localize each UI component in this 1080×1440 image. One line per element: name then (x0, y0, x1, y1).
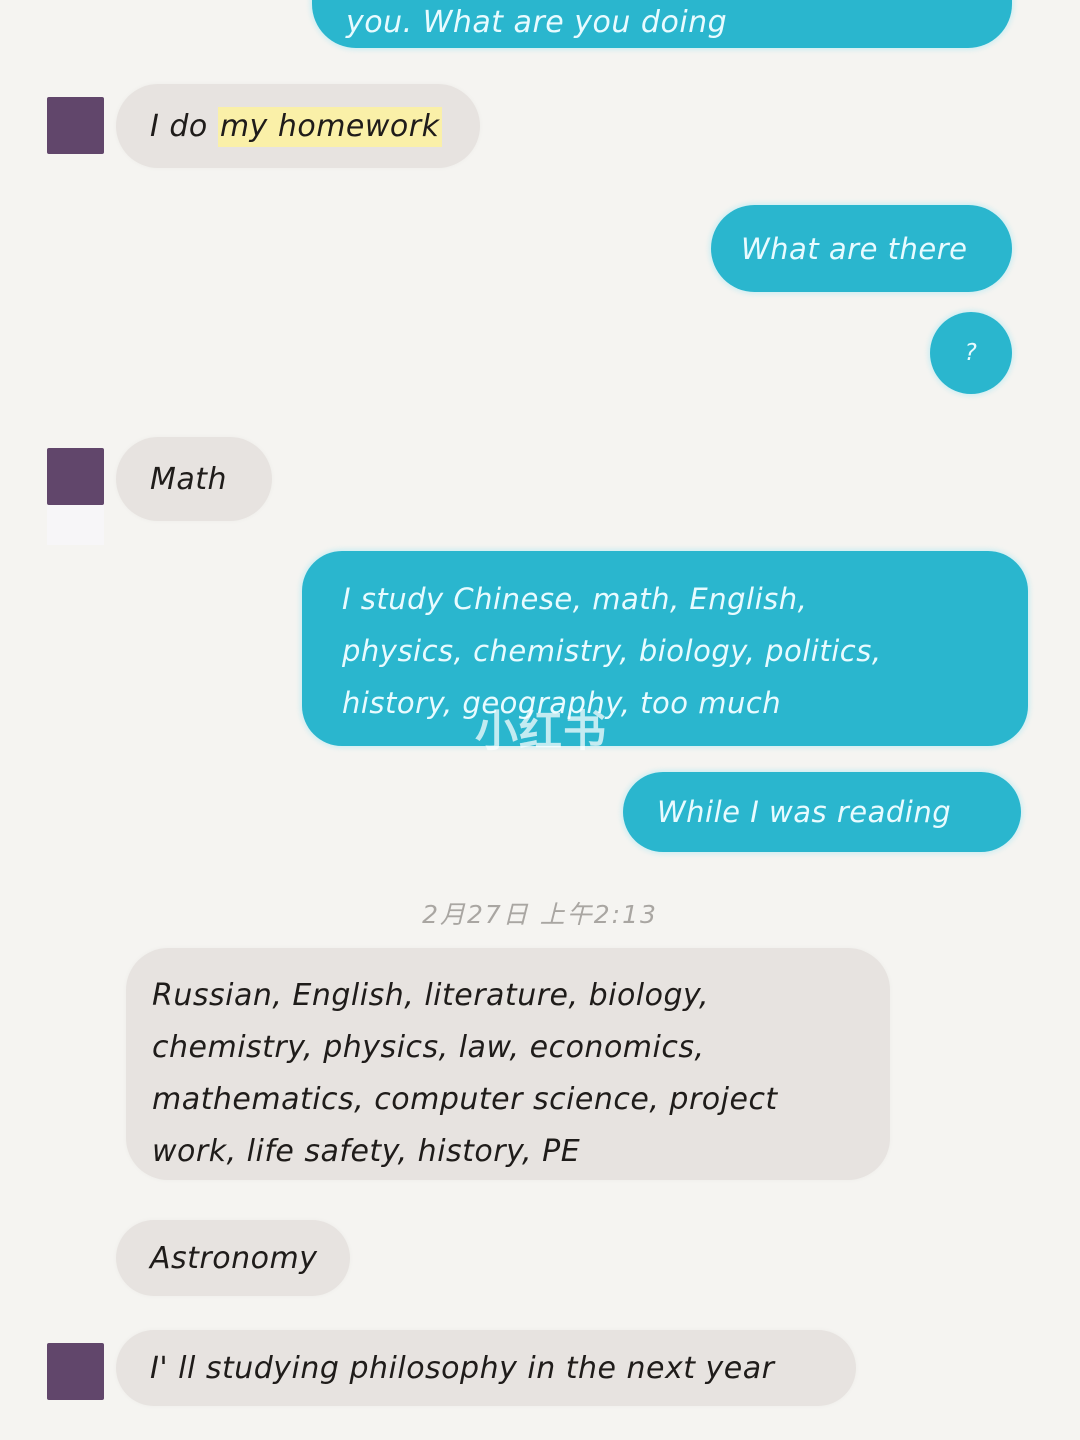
message-bubble-subjects-studied[interactable]: I study Chinese, math, English, physics,… (302, 551, 1028, 746)
timestamp-divider: 2月27日 上午2:13 (422, 900, 658, 929)
message-text: Russian, English, literature, biology, c… (152, 978, 778, 1169)
message-bubble-outgoing-partial[interactable]: you. What are you doing (312, 0, 1012, 48)
message-text-prefix: I do (150, 108, 218, 144)
message-text: I study Chinese, math, English, physics,… (342, 582, 882, 720)
highlighted-text: my homework (217, 106, 442, 147)
message-text: I do my homework (150, 106, 446, 147)
avatar[interactable] (47, 97, 104, 154)
message-bubble-homework[interactable]: I do my homework (116, 84, 480, 168)
message-text: ? (964, 340, 978, 366)
message-bubble-philosophy[interactable]: I' ll studying philosophy in the next ye… (116, 1330, 856, 1406)
message-bubble-curriculum[interactable]: Russian, English, literature, biology, c… (126, 948, 890, 1180)
chat-thread: you. What are you doing I do my homework… (0, 0, 1080, 1440)
message-text: Math (150, 461, 228, 497)
message-bubble-question-mark[interactable]: ? (930, 312, 1012, 394)
message-text: While I was reading (657, 795, 952, 829)
message-text: What are there (741, 231, 968, 266)
message-text: you. What are you doing (346, 5, 728, 40)
message-text: I' ll studying philosophy in the next ye… (150, 1350, 775, 1386)
message-bubble-what-are-there[interactable]: What are there (711, 205, 1012, 292)
message-bubble-while-reading[interactable]: While I was reading (623, 772, 1021, 852)
message-bubble-astronomy[interactable]: Astronomy (116, 1220, 350, 1296)
avatar[interactable] (47, 448, 104, 505)
avatar[interactable] (47, 1343, 104, 1400)
message-text: Astronomy (150, 1240, 318, 1276)
message-bubble-math[interactable]: Math (116, 437, 272, 521)
background-patch (47, 505, 104, 545)
